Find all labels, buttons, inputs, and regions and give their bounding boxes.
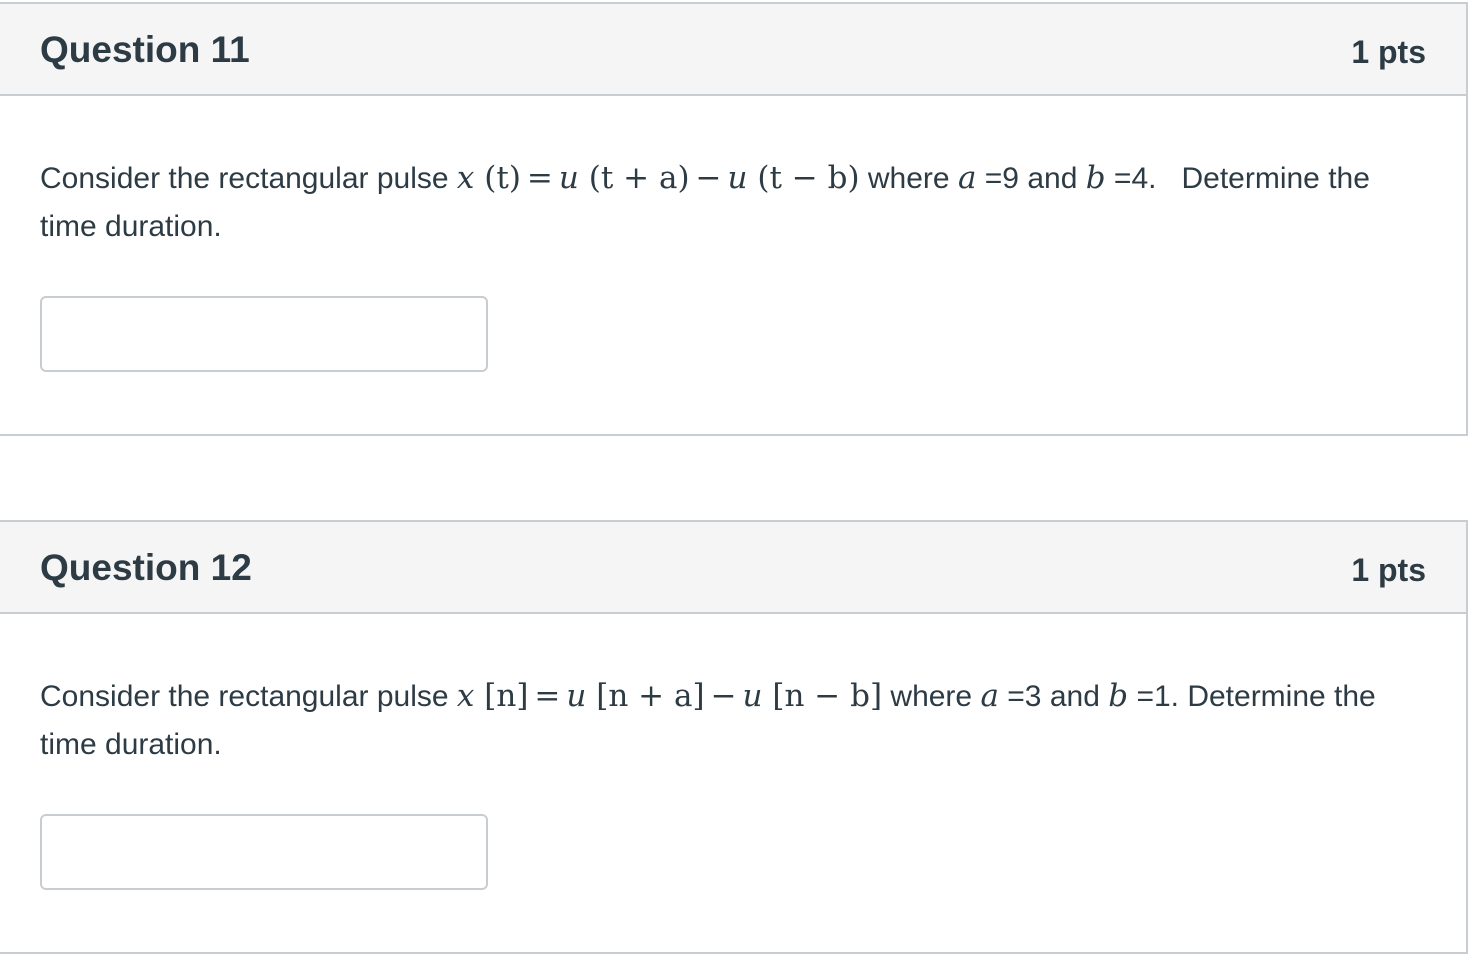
pulse-equation: x [n] = u [n + a] − u [n − b] bbox=[457, 678, 882, 714]
equation-term2-arg: (t − b) bbox=[757, 160, 860, 196]
equation-term2-fn: u bbox=[727, 160, 748, 196]
question-body: Consider the rectangular pulse x (t) = u (… bbox=[0, 96, 1466, 372]
a-value: =9 bbox=[984, 162, 1019, 195]
variable-b: b bbox=[1085, 160, 1106, 196]
equation-minus: − bbox=[710, 678, 737, 714]
variable-b: b bbox=[1108, 678, 1129, 714]
question-body: Consider the rectangular pulse x [n] = u [… bbox=[0, 614, 1466, 890]
equation-minus: − bbox=[695, 160, 722, 196]
question-text: Consider the rectangular pulse x [n] = u [… bbox=[40, 672, 1430, 769]
b-value: =4. bbox=[1113, 162, 1157, 195]
a-value: =3 bbox=[1007, 680, 1042, 713]
question-title: Question 11 bbox=[40, 29, 250, 70]
question-points: 1 pts bbox=[1351, 552, 1426, 588]
question-points: 1 pts bbox=[1351, 34, 1426, 70]
question-text-where: where bbox=[882, 680, 981, 713]
equation-term1-fn: u bbox=[566, 678, 587, 714]
equation-equals: = bbox=[526, 160, 553, 196]
question-card-12: Question 12 1 pts Consider the rectangul… bbox=[0, 520, 1468, 954]
question-card-11: Question 11 1 pts Consider the rectangul… bbox=[0, 2, 1468, 436]
pulse-equation: x (t) = u (t + a) − u (t − b) bbox=[457, 160, 860, 196]
question-text-where: where bbox=[859, 162, 958, 195]
variable-a: a bbox=[980, 678, 999, 714]
question-header: Question 11 1 pts bbox=[0, 4, 1466, 96]
equation-term2-arg: [n − b] bbox=[772, 678, 883, 714]
question-text-intro: Consider the rectangular pulse bbox=[40, 162, 457, 195]
question-title: Question 12 bbox=[40, 547, 252, 588]
equation-term1-fn: u bbox=[558, 160, 579, 196]
answer-input[interactable] bbox=[40, 814, 488, 890]
equation-term2-fn: u bbox=[742, 678, 763, 714]
answer-input[interactable] bbox=[40, 296, 488, 372]
question-text-intro: Consider the rectangular pulse bbox=[40, 680, 457, 713]
question-header: Question 12 1 pts bbox=[0, 522, 1466, 614]
equation-lhs-arg: (t) bbox=[484, 160, 521, 196]
b-value: =1. bbox=[1136, 680, 1179, 713]
equation-equals: = bbox=[534, 678, 561, 714]
question-text-and: and bbox=[1018, 162, 1086, 195]
equation-lhs-arg: [n] bbox=[484, 678, 529, 714]
equation-term1-arg: [n + a] bbox=[596, 678, 705, 714]
question-text-and: and bbox=[1041, 680, 1109, 713]
equation-term1-arg: (t + a) bbox=[588, 160, 690, 196]
equation-lhs-fn: x bbox=[456, 160, 475, 196]
equation-lhs-fn: x bbox=[456, 678, 475, 714]
variable-a: a bbox=[957, 160, 977, 196]
question-text: Consider the rectangular pulse x (t) = u (… bbox=[40, 154, 1430, 251]
